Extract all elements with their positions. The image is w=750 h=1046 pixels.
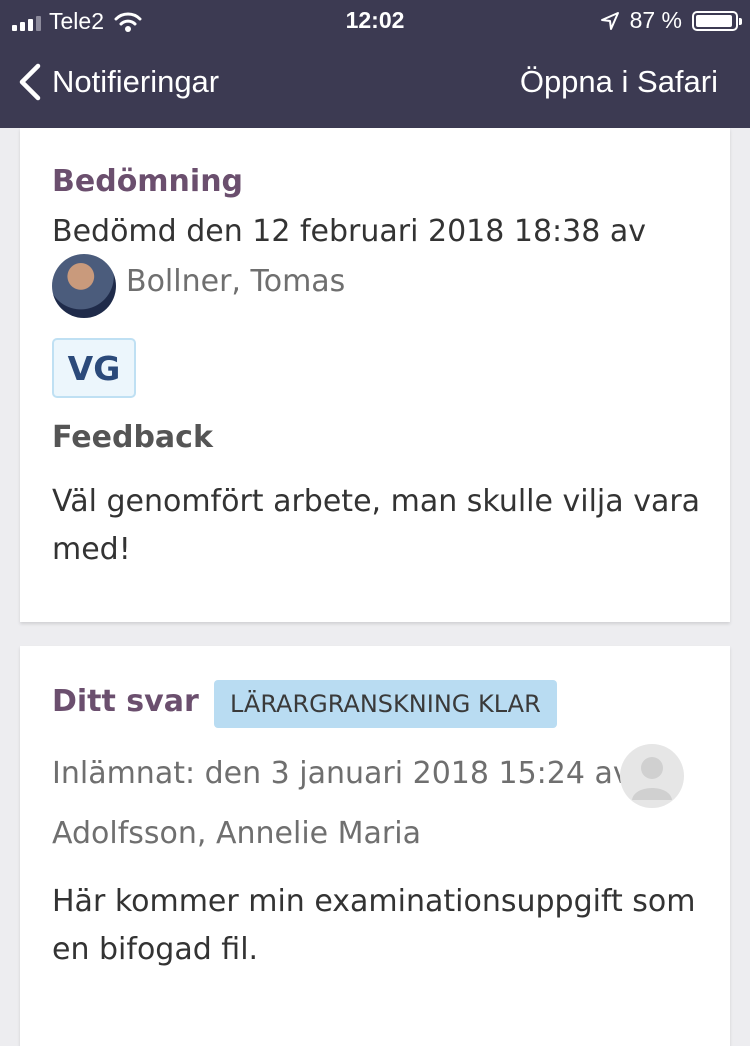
status-badge: LÄRARGRANSKNING KLAR xyxy=(214,680,557,728)
status-bar: Tele2 12:02 87 % xyxy=(0,0,750,40)
submitted-date-line: Inlämnat: den 3 januari 2018 15:24 av xyxy=(52,756,631,791)
open-in-safari-button[interactable]: Öppna i Safari xyxy=(520,64,718,100)
grader-name[interactable]: Bollner, Tomas xyxy=(126,264,345,299)
assessment-card: Bedömning Bedömd den 12 februari 2018 18… xyxy=(20,128,730,622)
answer-card: Ditt svar LÄRARGRANSKNING KLAR Inlämnat:… xyxy=(20,646,730,1046)
grader-avatar[interactable] xyxy=(52,254,116,318)
feedback-text-line-2: med! xyxy=(52,532,131,567)
submitter-avatar[interactable] xyxy=(620,744,684,808)
battery-icon xyxy=(692,10,742,31)
submitter-name[interactable]: Adolfsson, Annelie Maria xyxy=(52,816,421,851)
answer-text-line-1: Här kommer min examinationsuppgift som xyxy=(52,884,696,919)
location-arrow-icon xyxy=(600,11,619,30)
grade-badge: VG xyxy=(52,338,136,398)
default-user-icon xyxy=(632,757,672,800)
graded-date-line: Bedömd den 12 februari 2018 18:38 av xyxy=(52,214,647,249)
feedback-text-line-1: Väl genomfört arbete, man skulle vilja v… xyxy=(52,484,701,519)
back-button[interactable]: Notifieringar xyxy=(16,62,219,102)
feedback-heading: Feedback xyxy=(52,420,213,455)
back-button-label: Notifieringar xyxy=(52,64,220,99)
navigation-bar: Notifieringar Öppna i Safari xyxy=(0,40,750,128)
answer-text-line-2: en bifogad fil. xyxy=(52,932,259,967)
chevron-left-icon xyxy=(19,63,41,101)
assessment-title: Bedömning xyxy=(52,164,244,199)
answer-title: Ditt svar xyxy=(52,684,199,719)
battery-percent: 87 % xyxy=(629,7,682,33)
